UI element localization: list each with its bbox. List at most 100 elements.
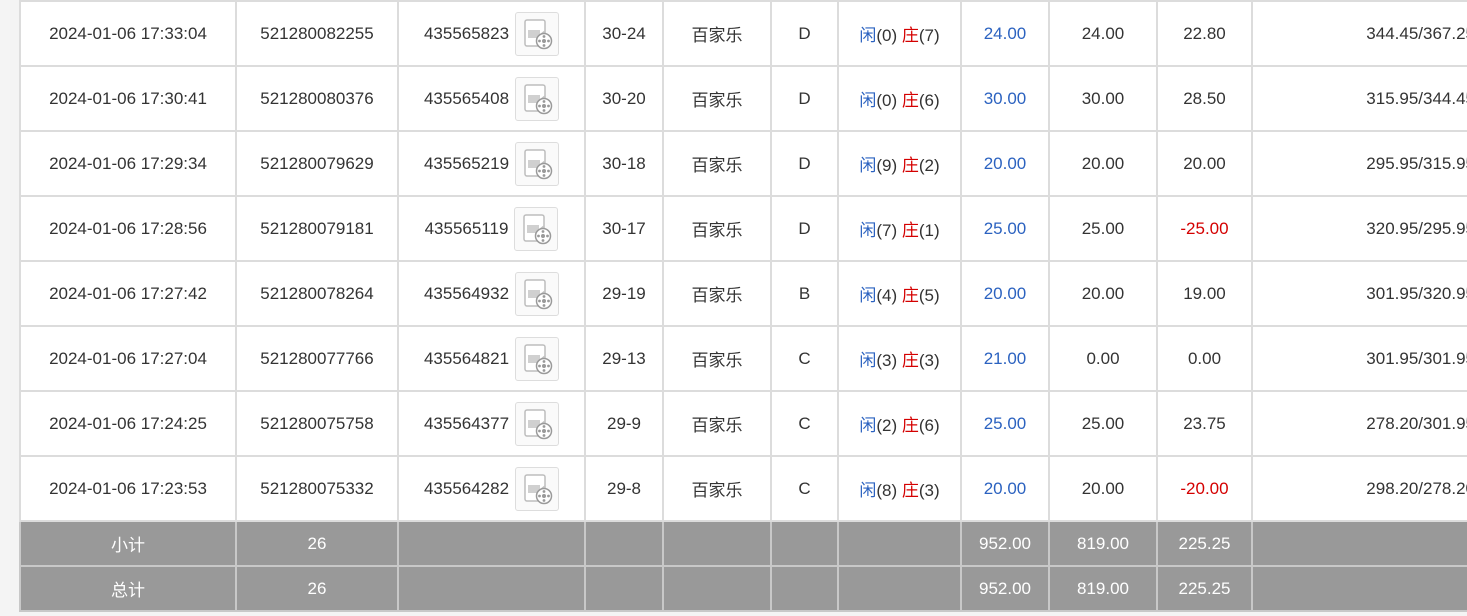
bet-id: 521280079181 <box>235 195 399 262</box>
player-label: 闲 <box>859 91 877 110</box>
player-score: (9) <box>876 156 898 175</box>
valid-bet: 24.00 <box>1048 0 1158 67</box>
round-number: 30-20 <box>584 65 664 132</box>
win-loss: 19.00 <box>1156 260 1253 327</box>
bet-id: 521280079629 <box>235 130 399 197</box>
balance-change: 295.95/315.95 <box>1251 130 1467 197</box>
balance-change: 278.20/301.95 <box>1251 390 1467 457</box>
banker-score: (6) <box>918 416 940 435</box>
banker-score: (6) <box>918 91 940 110</box>
round-number: 30-17 <box>584 195 664 262</box>
banker-label: 庄 <box>901 481 919 500</box>
round-number: 29-19 <box>584 260 664 327</box>
valid-bet: 20.00 <box>1048 130 1158 197</box>
subtotal-result: 225.25 <box>1156 520 1253 567</box>
game-result: 闲(4) 庄(5) <box>837 260 962 327</box>
win-loss: 0.00 <box>1156 325 1253 392</box>
game-name: 百家乐 <box>662 195 772 262</box>
table-code: D <box>770 65 839 132</box>
player-score: (4) <box>876 286 898 305</box>
valid-bet: 0.00 <box>1048 325 1158 392</box>
valid-bet: 20.00 <box>1048 455 1158 522</box>
player-label: 闲 <box>859 221 877 240</box>
banker-label: 庄 <box>901 26 919 45</box>
bet-records-table-container: 2024-01-06 17:33:04 521280082255 4355658… <box>19 0 1467 612</box>
table-row: 2024-01-06 17:29:34 521280079629 4355652… <box>19 130 1467 197</box>
subtotal-row: 小计 26 952.00 819.00 225.25 <box>19 520 1467 567</box>
video-replay-icon[interactable] <box>514 206 559 251</box>
round-number: 30-24 <box>584 0 664 67</box>
bet-records-table: 2024-01-06 17:33:04 521280082255 4355658… <box>19 0 1467 612</box>
bet-id: 521280075332 <box>235 455 399 522</box>
game-id-cell: 435564932 <box>397 260 586 327</box>
game-id-cell: 435564282 <box>397 455 586 522</box>
table-body: 2024-01-06 17:33:04 521280082255 4355658… <box>19 0 1467 612</box>
video-replay-icon[interactable] <box>515 76 560 121</box>
game-id-cell: 435564821 <box>397 325 586 392</box>
banker-score: (5) <box>918 286 940 305</box>
table-code: B <box>770 260 839 327</box>
table-code: D <box>770 130 839 197</box>
game-name: 百家乐 <box>662 455 772 522</box>
player-score: (2) <box>876 416 898 435</box>
win-loss: -25.00 <box>1156 195 1253 262</box>
game-result: 闲(0) 庄(6) <box>837 65 962 132</box>
banker-label: 庄 <box>901 286 919 305</box>
bet-time: 2024-01-06 17:29:34 <box>19 130 237 197</box>
bet-amount: 25.00 <box>960 195 1050 262</box>
bet-time: 2024-01-06 17:23:53 <box>19 455 237 522</box>
player-label: 闲 <box>859 156 877 175</box>
table-code: D <box>770 195 839 262</box>
table-row: 2024-01-06 17:24:25 521280075758 4355643… <box>19 390 1467 457</box>
win-loss: 28.50 <box>1156 65 1253 132</box>
bet-time: 2024-01-06 17:27:04 <box>19 325 237 392</box>
player-score: (0) <box>876 91 898 110</box>
video-replay-icon[interactable] <box>515 466 560 511</box>
player-score: (8) <box>876 481 898 500</box>
video-replay-icon[interactable] <box>515 141 560 186</box>
win-loss: -20.00 <box>1156 455 1253 522</box>
subtotal-count: 26 <box>235 520 399 567</box>
game-id: 435564932 <box>423 283 510 303</box>
video-replay-icon[interactable] <box>515 271 560 316</box>
table-row: 2024-01-06 17:27:42 521280078264 4355649… <box>19 260 1467 327</box>
game-id-cell: 435565823 <box>397 0 586 67</box>
bet-id: 521280082255 <box>235 0 399 67</box>
subtotal-valid: 819.00 <box>1048 520 1158 567</box>
video-replay-icon[interactable] <box>515 11 560 56</box>
game-name: 百家乐 <box>662 65 772 132</box>
banker-label: 庄 <box>901 221 919 240</box>
table-row: 2024-01-06 17:23:53 521280075332 4355642… <box>19 455 1467 522</box>
balance-change: 315.95/344.45 <box>1251 65 1467 132</box>
game-id: 435565408 <box>423 88 510 108</box>
round-number: 29-13 <box>584 325 664 392</box>
game-id: 435565823 <box>423 23 510 43</box>
bet-time: 2024-01-06 17:28:56 <box>19 195 237 262</box>
video-replay-icon[interactable] <box>515 401 560 446</box>
balance-change: 298.20/278.20 <box>1251 455 1467 522</box>
game-id-cell: 435565219 <box>397 130 586 197</box>
total-row: 总计 26 952.00 819.00 225.25 <box>19 565 1467 612</box>
balance-change: 320.95/295.95 <box>1251 195 1467 262</box>
banker-score: (1) <box>918 221 940 240</box>
bet-amount: 20.00 <box>960 455 1050 522</box>
win-loss: 23.75 <box>1156 390 1253 457</box>
bet-amount: 30.00 <box>960 65 1050 132</box>
table-code: C <box>770 325 839 392</box>
video-replay-icon[interactable] <box>515 336 560 381</box>
bet-time: 2024-01-06 17:30:41 <box>19 65 237 132</box>
game-id: 435565119 <box>424 218 509 238</box>
bet-amount: 21.00 <box>960 325 1050 392</box>
round-number: 29-8 <box>584 455 664 522</box>
bet-amount: 24.00 <box>960 0 1050 67</box>
bet-time: 2024-01-06 17:33:04 <box>19 0 237 67</box>
game-result: 闲(7) 庄(1) <box>837 195 962 262</box>
game-id: 435564282 <box>423 478 510 498</box>
bet-id: 521280080376 <box>235 65 399 132</box>
table-row: 2024-01-06 17:28:56 521280079181 4355651… <box>19 195 1467 262</box>
banker-score: (3) <box>918 481 940 500</box>
game-id-cell: 435565119 <box>397 195 586 262</box>
game-name: 百家乐 <box>662 260 772 327</box>
win-loss: 20.00 <box>1156 130 1253 197</box>
table-code: D <box>770 0 839 67</box>
